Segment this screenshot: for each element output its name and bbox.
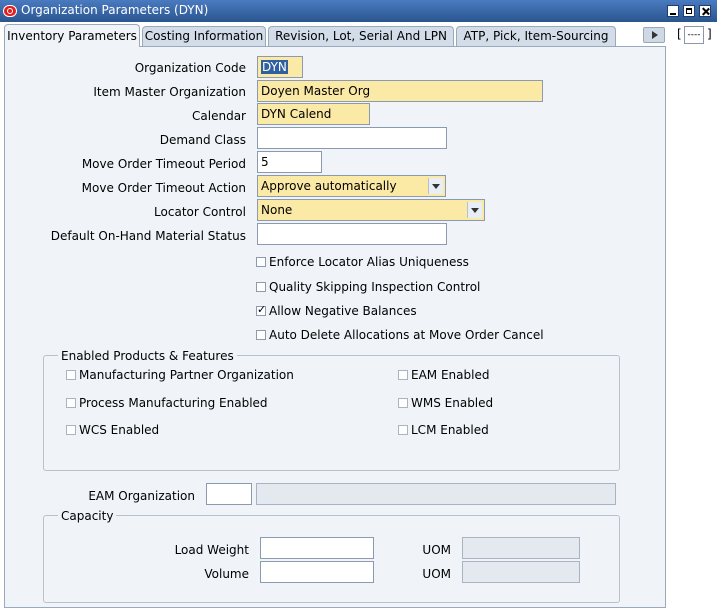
default-onhand-status-label: Default On-Hand Material Status — [50, 229, 246, 243]
bracket-left: [ — [677, 27, 682, 41]
move-order-timeout-action-select[interactable]: Approve automatically — [257, 175, 446, 197]
chevron-down-icon[interactable] — [467, 202, 482, 218]
item-master-organization-label: Item Master Organization — [93, 85, 246, 99]
volume-label: Volume — [204, 567, 249, 581]
checkbox-icon[interactable] — [66, 398, 76, 408]
item-master-organization-field[interactable]: Doyen Master Org — [257, 80, 543, 102]
checkbox-icon[interactable] — [66, 425, 76, 435]
locator-control-value: None — [261, 203, 293, 217]
checkbox-icon[interactable] — [398, 425, 408, 435]
tab-extra-field[interactable]: ---- — [684, 26, 704, 44]
checkbox-checked-icon[interactable] — [256, 303, 266, 316]
calendar-label: Calendar — [192, 109, 246, 123]
oracle-logo-icon — [3, 5, 17, 17]
volume-uom-label: UOM — [422, 567, 451, 581]
tab-revision-lot-serial-lpn[interactable]: Revision, Lot, Serial And LPN — [268, 26, 454, 46]
checkbox-icon[interactable] — [256, 282, 266, 292]
weight-uom-field — [462, 537, 580, 559]
capacity-title: Capacity — [58, 509, 117, 523]
eam-organization-code-field[interactable] — [206, 483, 252, 505]
weight-uom-label: UOM — [422, 543, 451, 557]
window-title-bar: Organization Parameters (DYN) — [0, 0, 717, 22]
move-order-timeout-period-field[interactable]: 5 — [257, 151, 322, 173]
tab-costing-information[interactable]: Costing Information — [142, 26, 266, 46]
move-order-timeout-action-value: Approve automatically — [261, 179, 397, 193]
chevron-down-icon[interactable] — [428, 178, 443, 194]
eam-organization-name-field — [256, 483, 616, 505]
locator-control-select[interactable]: None — [257, 199, 485, 221]
default-onhand-status-field[interactable] — [257, 223, 447, 245]
enabled-products-title: Enabled Products & Features — [58, 349, 237, 363]
volume-field[interactable] — [260, 561, 374, 583]
move-order-timeout-action-label: Move Order Timeout Action — [81, 181, 246, 195]
bracket-right: ] — [707, 27, 712, 41]
move-order-timeout-period-label: Move Order Timeout Period — [81, 157, 246, 171]
demand-class-field[interactable] — [257, 127, 447, 149]
minimize-icon[interactable] — [667, 5, 679, 17]
checkbox-icon[interactable] — [256, 257, 266, 267]
load-weight-label: Load Weight — [174, 543, 249, 557]
calendar-field[interactable]: DYN Calend — [257, 103, 370, 125]
checkbox-icon[interactable] — [256, 330, 266, 340]
close-icon[interactable] — [699, 5, 711, 17]
tab-scroll-right-button[interactable] — [643, 27, 665, 43]
locator-control-label: Locator Control — [154, 205, 246, 219]
checkbox-icon[interactable] — [398, 398, 408, 408]
organization-code-label: Organization Code — [134, 61, 246, 75]
tab-inventory-parameters[interactable]: Inventory Parameters — [4, 24, 140, 47]
demand-class-label: Demand Class — [159, 133, 246, 147]
eam-organization-label: EAM Organization — [88, 489, 195, 503]
window-title: Organization Parameters (DYN) — [21, 3, 209, 17]
tab-atp-pick-item-sourcing[interactable]: ATP, Pick, Item-Sourcing — [456, 26, 616, 46]
volume-uom-field — [462, 561, 580, 583]
organization-code-field[interactable]: DYN — [257, 56, 303, 78]
maximize-icon[interactable] — [683, 5, 695, 17]
checkbox-icon[interactable] — [66, 370, 76, 380]
load-weight-field[interactable] — [260, 537, 374, 559]
checkbox-icon[interactable] — [398, 370, 408, 380]
capacity-group — [43, 515, 620, 603]
